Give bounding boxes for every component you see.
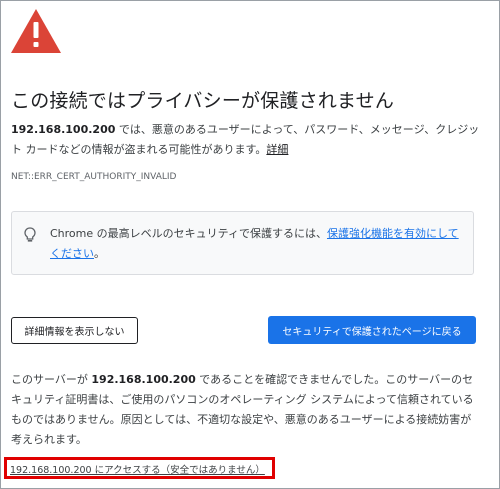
main-message: 192.168.100.200 では、悪意のあるユーザーによって、パスワード、メ… — [11, 120, 481, 160]
details-message: このサーバーが 192.168.100.200 であることを確認できませんでした… — [11, 370, 481, 450]
page-title: この接続ではプライバシーが保護されません — [11, 90, 395, 112]
back-to-safety-button[interactable]: セキュリティで保護されたページに戻る — [268, 316, 476, 344]
enhanced-suffix: 。 — [94, 247, 105, 260]
enhanced-protection-text: Chrome の最高レベルのセキュリティで保護するには、保護強化機能を有効にして… — [50, 224, 460, 264]
warning-triangle-icon — [11, 9, 61, 53]
host-name: 192.168.100.200 — [11, 123, 116, 136]
proceed-unsafe-link[interactable]: 192.168.100.200 にアクセスする（安全ではありません） — [10, 462, 265, 476]
lightbulb-icon — [24, 227, 36, 242]
learn-more-link[interactable]: 詳細 — [266, 143, 288, 156]
error-code: NET::ERR_CERT_AUTHORITY_INVALID — [11, 172, 177, 182]
enhanced-message: Chrome の最高レベルのセキュリティで保護するには、 — [50, 227, 327, 240]
details-prefix: このサーバーが — [11, 373, 92, 386]
details-host: 192.168.100.200 — [91, 373, 196, 386]
enhanced-protection-box: Chrome の最高レベルのセキュリティで保護するには、保護強化機能を有効にして… — [11, 211, 474, 275]
hide-details-button[interactable]: 詳細情報を表示しない — [11, 317, 138, 344]
